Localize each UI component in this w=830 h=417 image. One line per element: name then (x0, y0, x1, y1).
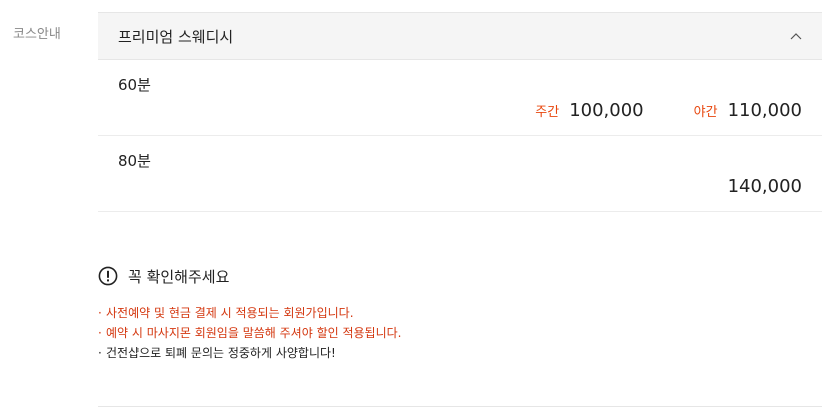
course-header[interactable]: 프리미엄 스웨디시 (98, 12, 822, 60)
course-option-row: 60분 주간 100,000 야간 110,000 (98, 60, 822, 136)
duration-label: 80분 (118, 152, 151, 170)
notice-item: · 예약 시 마사지몬 회원임을 말씀해 주셔야 할인 적용됩니다. (98, 323, 798, 343)
price-night: 야간 110,000 (694, 100, 802, 121)
price-flat: 140,000 (728, 176, 802, 197)
section-label: 코스안내 (13, 27, 61, 42)
price-value-flat: 140,000 (727, 176, 802, 197)
price-label-day: 주간 (535, 105, 560, 120)
notice-header: 꼭 확인해주세요 (98, 265, 798, 287)
notice-section: 꼭 확인해주세요 · 사전예약 및 현금 결제 시 적용되는 회원가입니다. ·… (98, 265, 798, 363)
notice-item-text: 건전샵으로 퇴폐 문의는 정중하게 사양합니다! (106, 346, 336, 360)
price-line: 주간 100,000 야간 110,000 (535, 100, 802, 121)
notice-item-text: 예약 시 마사지몬 회원임을 말씀해 주셔야 할인 적용됩니다. (106, 326, 402, 340)
notice-item: · 건전샵으로 퇴폐 문의는 정중하게 사양합니다! (98, 343, 798, 363)
price-line: 140,000 (728, 176, 802, 197)
notice-item: · 사전예약 및 현금 결제 시 적용되는 회원가입니다. (98, 303, 798, 323)
course-option-row: 80분 140,000 (98, 136, 822, 212)
exclamation-circle-icon (98, 266, 118, 286)
course-info-page: 코스안내 프리미엄 스웨디시 60분 주간 100,000 야간 110,000 (0, 0, 830, 417)
notice-list: · 사전예약 및 현금 결제 시 적용되는 회원가입니다. · 예약 시 마사지… (98, 303, 798, 363)
price-label-night: 야간 (693, 105, 718, 120)
bottom-divider (98, 406, 822, 407)
duration-label: 60분 (118, 76, 151, 94)
notice-title: 꼭 확인해주세요 (128, 267, 230, 286)
course-title: 프리미엄 스웨디시 (118, 27, 234, 46)
price-value-night: 110,000 (727, 100, 802, 121)
price-day: 주간 100,000 (535, 100, 643, 121)
notice-item-text: 사전예약 및 현금 결제 시 적용되는 회원가입니다. (106, 306, 354, 320)
price-value-day: 100,000 (569, 100, 644, 121)
chevron-up-icon[interactable] (790, 31, 804, 41)
course-accordion: 프리미엄 스웨디시 60분 주간 100,000 야간 110,000 80분 … (98, 12, 822, 212)
